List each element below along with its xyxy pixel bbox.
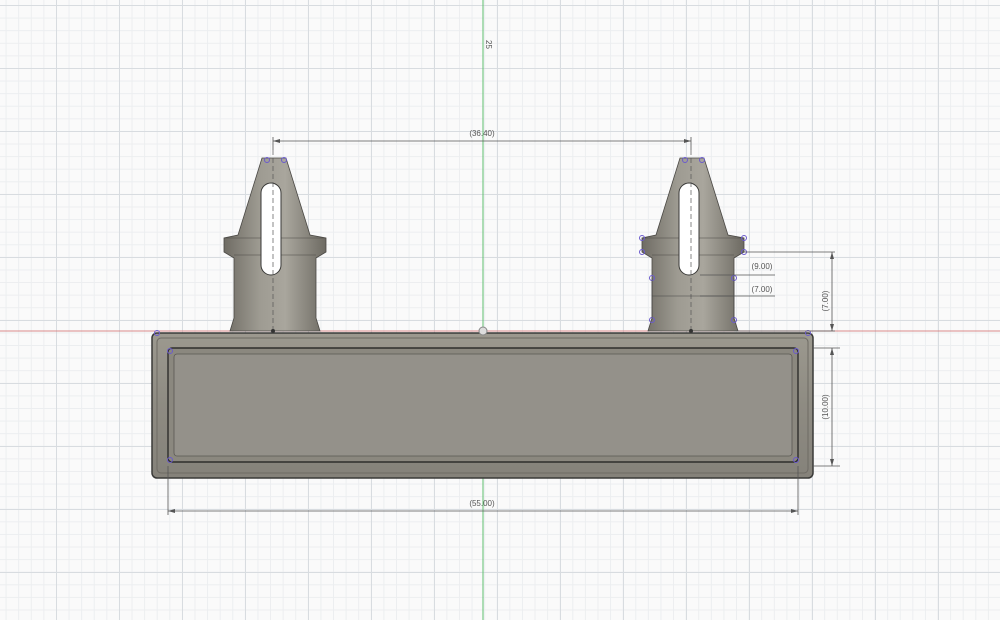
dim-slot-lower-label[interactable]: (7.00) xyxy=(752,285,773,294)
dim-base-height-label[interactable]: (10.00) xyxy=(821,394,830,420)
left-pin[interactable] xyxy=(223,150,327,333)
dim-pin-spacing-label[interactable]: (36.40) xyxy=(469,129,495,138)
base-recess-inner xyxy=(173,353,793,457)
left-pin-slot xyxy=(260,182,282,276)
dim-pin-height-label[interactable]: (7.00) xyxy=(821,290,830,311)
sketch-canvas[interactable]: 25 (36.40) (9.00) (7.00) (7.00) (10.00) … xyxy=(0,0,1000,620)
origin-point[interactable] xyxy=(478,326,488,336)
right-pin-slot xyxy=(678,182,700,276)
base-plate[interactable] xyxy=(151,326,814,479)
right-pin[interactable] xyxy=(639,150,747,333)
axis-label: 25 xyxy=(484,40,493,49)
dim-pin-spacing[interactable] xyxy=(272,137,692,150)
dim-base-width-label[interactable]: (55.00) xyxy=(469,499,495,508)
dim-pin-height[interactable] xyxy=(830,252,834,331)
sketch-viewport[interactable]: 25 (36.40) (9.00) (7.00) (7.00) (10.00) … xyxy=(0,0,1000,620)
dim-slot-upper-label[interactable]: (9.00) xyxy=(752,262,773,271)
